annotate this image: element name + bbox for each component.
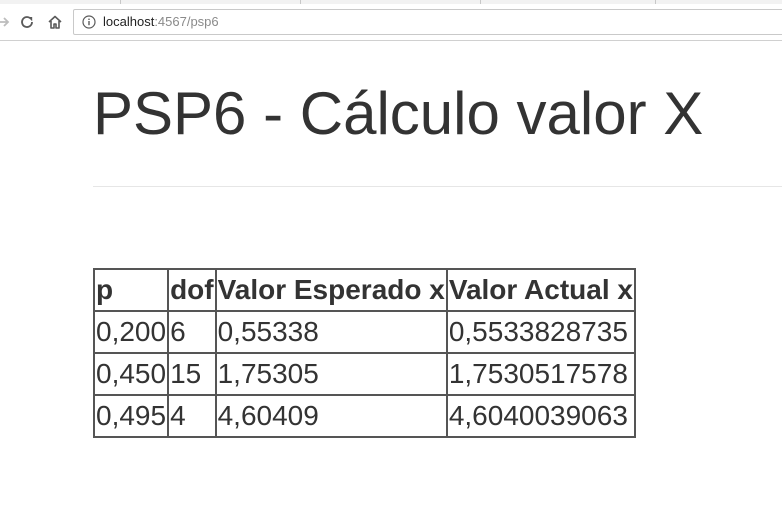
forward-arrow-icon <box>0 17 10 27</box>
table-row: 0,495 4 4,60409 4,6040039063 <box>92 394 636 438</box>
cell-actual-x: 0,5533828735 <box>445 310 636 354</box>
address-bar[interactable]: localhost:4567/psp6 <box>73 9 782 35</box>
cell-expected-x: 4,60409 <box>214 394 448 438</box>
table-header-row: p dof Valor Esperado x Valor Actual x <box>92 268 636 312</box>
cell-dof: 4 <box>167 394 217 438</box>
cell-dof: 6 <box>167 310 217 354</box>
cell-expected-x: 0,55338 <box>214 310 448 354</box>
url-host: localhost <box>103 14 155 29</box>
table-row: 0,450 15 1,75305 1,7530517578 <box>92 352 636 396</box>
url-text[interactable]: localhost:4567/psp6 <box>103 14 219 30</box>
forward-button[interactable] <box>0 11 14 33</box>
table-row: 0,200 6 0,55338 0,5533828735 <box>92 310 636 354</box>
reload-icon <box>21 16 33 28</box>
cell-dof: 15 <box>167 352 217 396</box>
cell-actual-x: 1,7530517578 <box>445 352 636 396</box>
results-table: p dof Valor Esperado x Valor Actual x 0,… <box>92 268 636 438</box>
reload-button[interactable] <box>16 11 38 33</box>
header-p: p <box>92 268 170 312</box>
page-title: PSP6 - Cálculo valor X <box>93 80 704 147</box>
cell-actual-x: 4,6040039063 <box>445 394 636 438</box>
home-button[interactable] <box>44 11 66 33</box>
header-dof: dof <box>167 268 217 312</box>
home-icon <box>48 15 62 29</box>
title-divider <box>93 186 782 187</box>
header-expected-x: Valor Esperado x <box>214 268 448 312</box>
cell-p: 0,450 <box>92 352 170 396</box>
url-path: :4567/psp6 <box>154 14 219 29</box>
browser-toolbar: localhost:4567/psp6 <box>0 4 782 41</box>
info-icon[interactable] <box>82 15 96 29</box>
header-actual-x: Valor Actual x <box>445 268 636 312</box>
cell-p: 0,495 <box>92 394 170 438</box>
cell-p: 0,200 <box>92 310 170 354</box>
cell-expected-x: 1,75305 <box>214 352 448 396</box>
